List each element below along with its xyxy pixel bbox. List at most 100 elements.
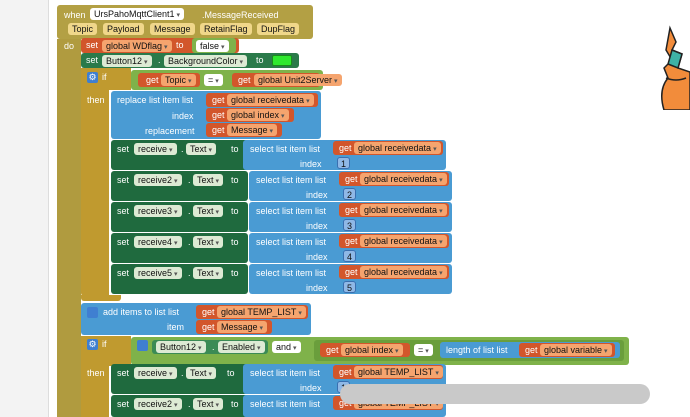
set-label: set	[117, 368, 130, 378]
variable-dropdown[interactable]: global WDflag ▾	[102, 40, 172, 52]
set-label: set	[117, 144, 130, 154]
chevron-down-icon: ▾	[169, 147, 173, 154]
component-dropdown[interactable]: receive ▾	[134, 143, 177, 155]
get-label: get	[326, 345, 339, 355]
number-block[interactable]: 1	[337, 157, 351, 169]
component-dropdown[interactable]: Button12 ▾	[102, 55, 152, 67]
set-label: set	[117, 237, 130, 247]
index-dropdown[interactable]: global index ▾	[341, 344, 403, 356]
topic-dropdown[interactable]: Topic ▾	[161, 74, 196, 86]
component-dropdown[interactable]: Button12 ▾	[156, 341, 206, 353]
chevron-down-icon: ▾	[269, 128, 274, 135]
chevron-down-icon: ▾	[433, 146, 437, 153]
property-dropdown[interactable]: Text ▾	[193, 205, 224, 217]
receivedata-dropdown[interactable]: global receivedata ▾	[360, 266, 447, 278]
chevron-down-icon: ▾	[176, 12, 181, 19]
property-dropdown[interactable]: BackgroundColor ▾	[164, 55, 248, 67]
if-label: if	[102, 339, 107, 349]
component-dropdown[interactable]: receive4 ▾	[134, 236, 182, 248]
and-dropdown[interactable]: and ▾	[272, 341, 301, 353]
select-list-item-label: select list item list	[256, 237, 327, 247]
dot-label: .	[181, 368, 184, 378]
chevron-down-icon: ▾	[215, 209, 220, 216]
dot-label: .	[188, 268, 191, 278]
receivedata-dropdown[interactable]: global receivedata ▾	[360, 204, 447, 216]
event-param-payload[interactable]: Payload	[103, 23, 144, 35]
index-label: index	[300, 383, 322, 393]
gear-icon[interactable]: ⚙	[87, 339, 98, 350]
equals-dropdown[interactable]: = ▾	[204, 74, 223, 86]
chevron-down-icon: ▾	[164, 44, 168, 51]
horizontal-scrollbar[interactable]	[340, 384, 650, 404]
get-label: get	[146, 75, 159, 85]
gear-icon[interactable]: ⚙	[87, 72, 98, 83]
message-dropdown[interactable]: Message ▾	[217, 321, 268, 333]
variable-dropdown[interactable]: global variable ▾	[540, 344, 612, 356]
set-receive-text-block[interactable]	[111, 140, 248, 170]
chevron-down-icon: ▾	[188, 78, 192, 85]
to-label: to	[227, 368, 235, 378]
set-label: set	[117, 399, 130, 409]
chevron-down-icon: ▾	[215, 78, 219, 85]
equals-dropdown[interactable]: = ▾	[414, 344, 433, 356]
property-dropdown[interactable]: Text ▾	[193, 174, 224, 186]
get-label: get	[202, 307, 215, 317]
unit2server-dropdown[interactable]: global Unit2Server ▾	[254, 74, 342, 86]
component-dropdown[interactable]: receive3 ▾	[134, 205, 182, 217]
property-dropdown[interactable]: Enabled ▾	[218, 341, 265, 353]
mascot-icon	[661, 25, 690, 110]
to-label: to	[256, 55, 264, 65]
receivedata-dropdown[interactable]: global receivedata ▾	[360, 173, 447, 185]
color-swatch[interactable]	[272, 55, 292, 66]
chevron-down-icon: ▾	[215, 178, 220, 185]
replacement-label: replacement	[145, 126, 195, 136]
get-label: get	[345, 267, 358, 277]
mutator-icon[interactable]	[87, 307, 98, 318]
property-dropdown[interactable]: Text ▾	[193, 236, 224, 248]
number-block[interactable]: 2	[343, 188, 357, 200]
receivedata-dropdown[interactable]: global receivedata ▾	[227, 94, 314, 106]
chevron-down-icon: ▾	[281, 113, 285, 120]
get-label: get	[525, 345, 538, 355]
event-param-topic[interactable]: Topic	[68, 23, 98, 35]
message-dropdown[interactable]: Message ▾	[227, 124, 278, 136]
chevron-down-icon: ▾	[215, 240, 220, 247]
number-block[interactable]: 3	[343, 219, 357, 231]
receivedata-dropdown[interactable]: global receivedata ▾	[360, 235, 447, 247]
property-dropdown[interactable]: Text ▾	[193, 267, 224, 279]
property-dropdown[interactable]: Text ▾	[186, 143, 217, 155]
to-label: to	[231, 268, 239, 278]
chevron-down-icon: ▾	[174, 240, 178, 247]
component-dropdown[interactable]: receive5 ▾	[134, 267, 182, 279]
item-label: item	[167, 322, 185, 332]
false-dropdown[interactable]: false ▾	[196, 40, 229, 52]
component-dropdown[interactable]: receive2 ▾	[134, 398, 182, 410]
chevron-down-icon: ▾	[221, 44, 225, 51]
mutator-icon[interactable]	[137, 340, 148, 351]
event-component-dropdown[interactable]: UrsPahoMqttClient1 ▾	[90, 8, 185, 20]
index-dropdown[interactable]: global index ▾	[227, 109, 289, 121]
do-label: do	[64, 41, 75, 51]
get-label: get	[202, 322, 215, 332]
property-dropdown[interactable]: Text ▾	[186, 367, 217, 379]
event-param-message[interactable]: Message	[150, 23, 195, 35]
component-dropdown[interactable]: receive ▾	[134, 367, 177, 379]
length-of-list-label: length of list list	[446, 345, 508, 355]
then-label: then	[87, 368, 105, 378]
dot-label: .	[158, 55, 161, 65]
chevron-down-icon: ▾	[334, 78, 338, 85]
temp-list-dropdown[interactable]: global TEMP_LIST▾	[354, 366, 443, 378]
event-param-retainflag[interactable]: RetainFlag	[200, 23, 252, 35]
property-dropdown[interactable]: Text ▾	[193, 398, 224, 410]
chevron-down-icon: ▾	[215, 402, 220, 409]
event-param-dupflag[interactable]: DupFlag	[257, 23, 300, 35]
component-dropdown[interactable]: receive2 ▾	[134, 174, 182, 186]
receivedata-dropdown[interactable]: global receivedata ▾	[354, 142, 441, 154]
index-label: index	[300, 159, 322, 169]
temp-list-dropdown[interactable]: global TEMP_LIST▾	[217, 306, 306, 318]
chevron-down-icon: ▾	[169, 371, 173, 378]
chevron-down-icon: ▾	[306, 98, 310, 105]
number-block[interactable]: 5	[343, 281, 357, 293]
number-block[interactable]: 4	[343, 250, 357, 262]
dot-label: .	[188, 175, 191, 185]
